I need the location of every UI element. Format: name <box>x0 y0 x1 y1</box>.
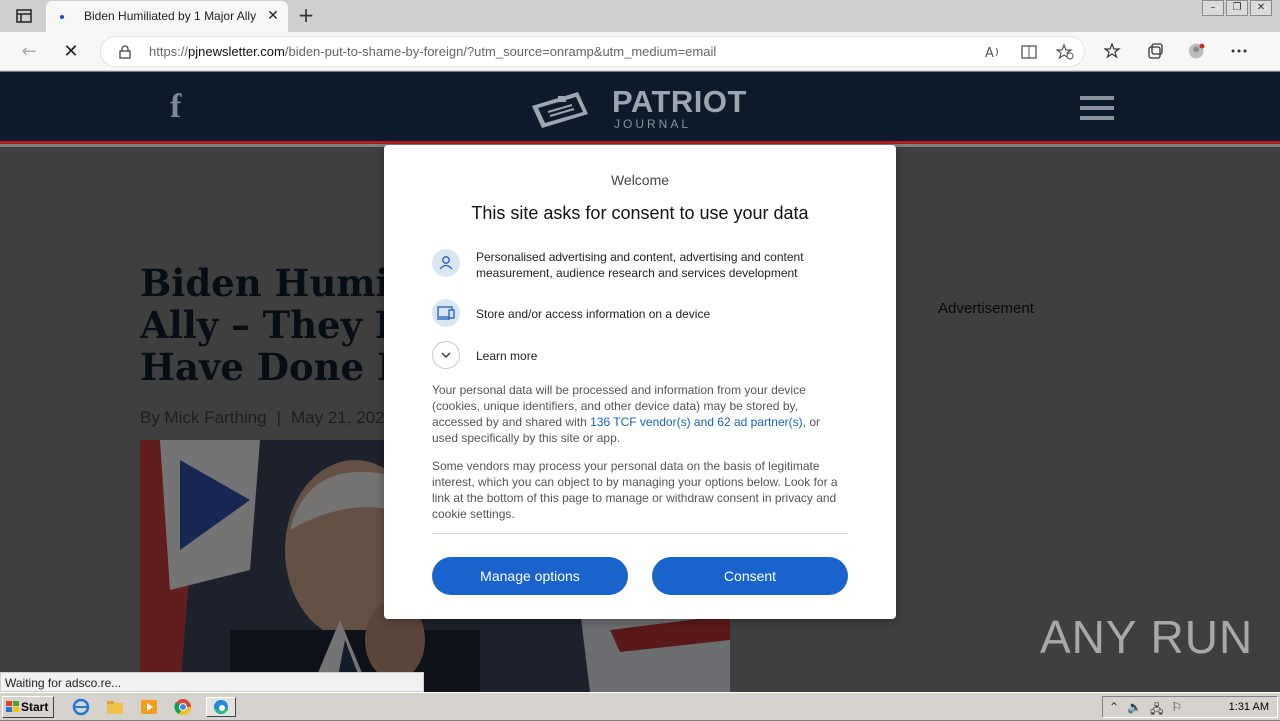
edge-icon[interactable] <box>206 697 236 717</box>
close-tab-icon[interactable]: ✕ <box>264 7 282 25</box>
consent-button[interactable]: Consent <box>652 557 848 595</box>
purpose-text: Store and/or access information on a dev… <box>476 307 711 321</box>
person-icon <box>432 249 460 277</box>
svg-text:A: A <box>985 46 994 61</box>
dialog-welcome: Welcome <box>610 172 670 188</box>
dialog-title: This site asks for consent to use your d… <box>471 203 809 223</box>
start-button[interactable]: Start <box>2 696 54 718</box>
profile-icon[interactable] <box>1188 42 1206 60</box>
windows-logo-icon <box>6 701 19 712</box>
facebook-icon[interactable]: f <box>170 88 181 126</box>
url-text[interactable]: https://pjnewsletter.com/biden-put-to-sh… <box>149 44 716 59</box>
favorites-icon[interactable] <box>1104 42 1122 60</box>
vendors-link[interactable]: 136 TCF vendor(s) and 62 ad partner(s) <box>590 415 803 429</box>
consent-paragraph-1: Your personal data will be processed and… <box>432 382 848 446</box>
tab-actions-icon[interactable] <box>10 6 38 26</box>
add-favorite-icon[interactable] <box>1056 43 1074 61</box>
tab-title: Biden Humiliated by 1 Major Ally <box>84 9 257 23</box>
start-label: Start <box>21 700 49 714</box>
manage-options-button[interactable]: Manage options <box>432 557 628 595</box>
taskbar: Start ⌃ 🔈 🖧 ⚐ 1:31 AM <box>0 692 1280 720</box>
dialog-divider <box>432 533 848 534</box>
purpose-item: Personalised advertising and content, ad… <box>432 249 852 285</box>
clock[interactable]: 1:31 AM <box>1229 701 1269 713</box>
tray-icons: ⌃ 🔈 🖧 ⚐ <box>1109 700 1182 721</box>
lock-icon[interactable] <box>119 45 131 59</box>
network-icon[interactable]: 🖧 <box>1150 700 1163 721</box>
status-bar: Waiting for adsco.re... <box>0 672 424 692</box>
browser-tab[interactable]: Biden Humiliated by 1 Major Ally ✕ <box>46 1 288 32</box>
address-bar[interactable]: https://pjnewsletter.com/biden-put-to-sh… <box>100 36 1085 67</box>
restore-button[interactable]: ❐ <box>1226 0 1248 16</box>
address-toolbar: ← ✕ https://pjnewsletter.com/biden-put-t… <box>0 32 1280 71</box>
url-path: /biden-put-to-shame-by-foreign/?utm_sour… <box>284 44 717 59</box>
anyrun-watermark: ANY RUN <box>1040 611 1254 663</box>
purpose-text: Personalised advertising and content, ad… <box>476 250 804 280</box>
internet-explorer-icon[interactable] <box>70 697 92 717</box>
back-button[interactable]: ← <box>18 41 40 63</box>
stop-loading-button[interactable]: ✕ <box>60 41 82 63</box>
learn-more-label[interactable]: Learn more <box>476 348 848 364</box>
address-bar-actions: A <box>984 43 1074 61</box>
loading-icon <box>60 15 64 19</box>
browser-toolbar-icons <box>1104 42 1248 60</box>
logo-subtitle: JOURNAL <box>614 117 692 131</box>
chevron-down-icon[interactable] <box>432 341 460 369</box>
url-domain: pjnewsletter.com <box>188 44 285 59</box>
show-hidden-icons-icon[interactable]: ⌃ <box>1109 700 1119 721</box>
minimize-button[interactable]: – <box>1202 0 1224 16</box>
purpose-item: Store and/or access information on a dev… <box>432 299 852 327</box>
site-logo[interactable]: PATRIOT JOURNAL <box>528 84 746 132</box>
url-prefix: https:// <box>149 44 189 59</box>
device-icon <box>432 299 460 327</box>
new-tab-button[interactable]: + <box>296 5 316 25</box>
immersive-reader-icon[interactable] <box>1020 43 1038 61</box>
chrome-icon[interactable] <box>172 697 194 717</box>
system-tray: ⌃ 🔈 🖧 ⚐ 1:31 AM <box>1102 696 1278 718</box>
site-header: f PATRIOT JOURNAL <box>0 72 1280 144</box>
window-controls: – ❐ ✕ <box>1202 0 1272 18</box>
learn-more-toggle[interactable]: Learn more <box>432 341 852 369</box>
collections-icon[interactable] <box>1146 42 1164 60</box>
close-window-button[interactable]: ✕ <box>1250 0 1272 16</box>
tab-bar: Biden Humiliated by 1 Major Ally ✕ + – ❐… <box>0 0 1280 32</box>
more-menu-icon[interactable] <box>1230 42 1248 60</box>
file-explorer-icon[interactable] <box>104 697 126 717</box>
media-player-icon[interactable] <box>138 697 160 717</box>
logo-name: PATRIOT <box>612 84 747 119</box>
consent-dialog: Welcome This site asks for consent to us… <box>384 145 896 619</box>
menu-icon[interactable] <box>1080 96 1114 120</box>
consent-paragraph-2: Some vendors may process your personal d… <box>432 459 838 521</box>
volume-icon[interactable]: 🔈 <box>1127 700 1142 721</box>
action-center-flag-icon[interactable]: ⚐ <box>1171 700 1182 721</box>
read-aloud-icon[interactable]: A <box>984 43 1002 61</box>
newspaper-logo-icon <box>532 92 588 128</box>
quick-launch <box>70 697 236 717</box>
